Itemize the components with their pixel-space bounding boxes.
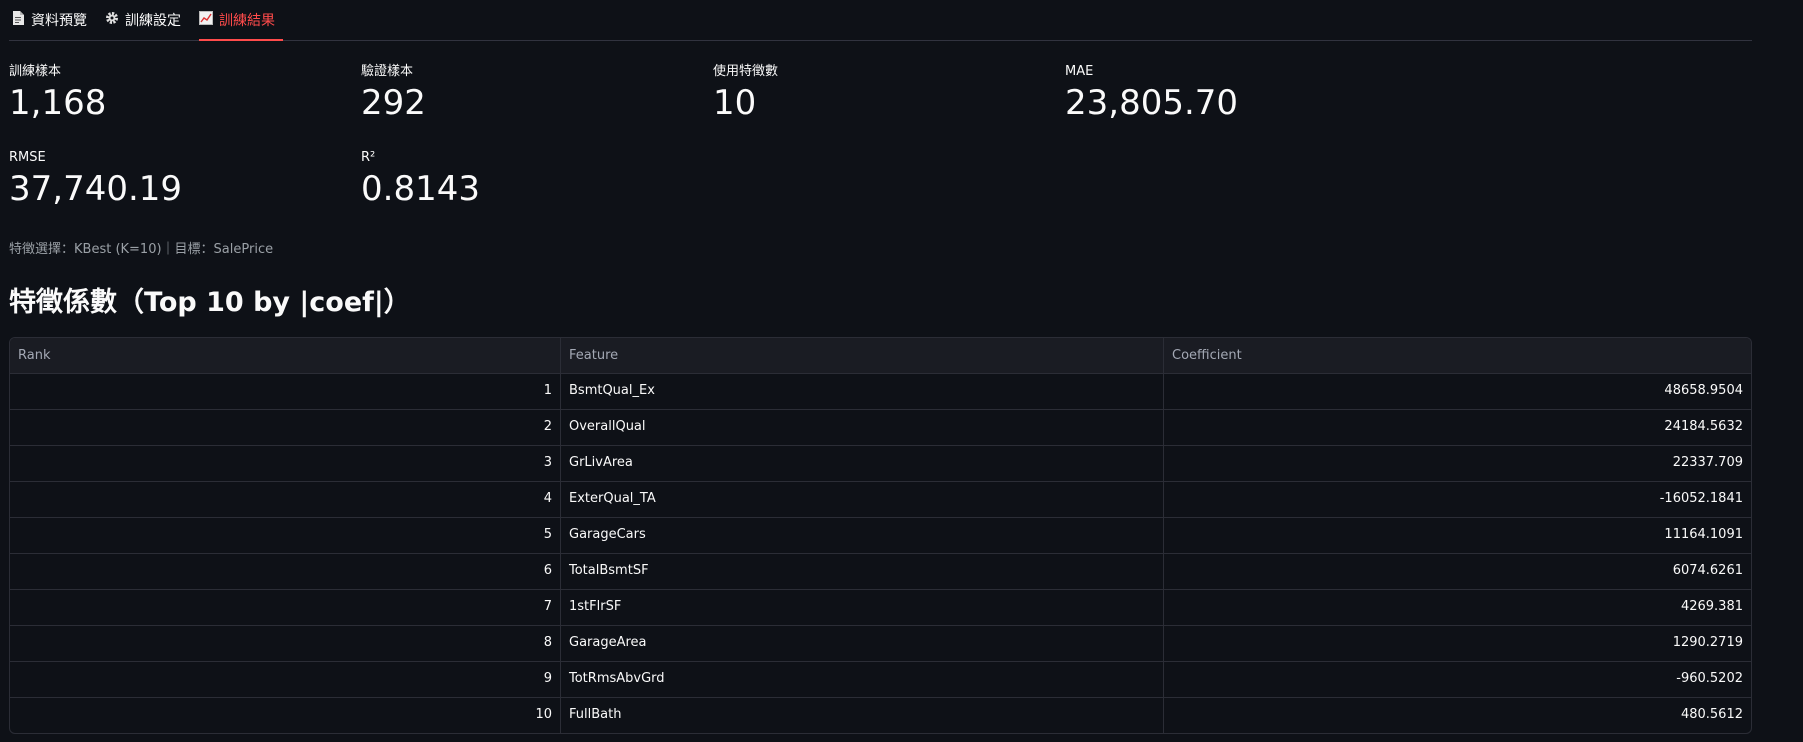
cell-coefficient: 480.5612 — [1680, 707, 1743, 722]
metric-value: 1,168 — [9, 83, 107, 123]
gear-icon — [105, 11, 119, 29]
cell-feature: BsmtQual_Ex — [561, 374, 1164, 409]
table-row[interactable]: 4 ExterQual_TA -16052.1841 — [10, 482, 1751, 518]
metric-r2: R² 0.8143 — [361, 149, 713, 235]
cell-feature: GarageArea — [561, 626, 1164, 661]
main-content: 資料預覽 訓練設定 訓練結果 訓練樣本 1,168 驗證樣本 292 使用特徵數… — [9, 0, 1752, 734]
cell-feature: FullBath — [561, 698, 1164, 733]
tab-label: 資料預覽 — [31, 13, 87, 29]
table-row[interactable]: 7 1stFlrSF 4269.381 — [10, 590, 1751, 626]
coefficient-table[interactable]: Rank Feature Coefficient 1 BsmtQual_Ex 486… — [9, 337, 1752, 734]
cell-feature: 1stFlrSF — [561, 590, 1164, 625]
cell-feature: TotRmsAbvGrd — [561, 662, 1164, 697]
column-header-feature[interactable]: Feature — [561, 338, 1164, 373]
cell-coefficient: 24184.5632 — [1664, 419, 1743, 434]
chart-icon — [199, 11, 213, 29]
table-row[interactable]: 3 GrLivArea 22337.709 — [10, 446, 1751, 482]
metric-label: RMSE — [9, 150, 46, 165]
metric-label: 使用特徵數 — [713, 64, 779, 79]
metric-label: 驗證樣本 — [361, 64, 414, 79]
metric-mae: MAE 23,805.70 — [1065, 63, 1417, 149]
cell-rank: 3 — [10, 446, 561, 481]
tab-bar: 資料預覽 訓練設定 訓練結果 — [9, 0, 1752, 41]
cell-rank: 9 — [10, 662, 561, 697]
table-row[interactable]: 5 GarageCars 11164.1091 — [10, 518, 1751, 554]
cell-feature: TotalBsmtSF — [561, 554, 1164, 589]
metric-value: 37,740.19 — [9, 169, 183, 209]
cell-rank: 1 — [10, 374, 561, 409]
metric-rmse: RMSE 37,740.19 — [9, 149, 361, 235]
metric-value: 292 — [361, 83, 426, 123]
metric-label: 訓練樣本 — [9, 64, 62, 79]
metrics-grid: 訓練樣本 1,168 驗證樣本 292 使用特徵數 10 MAE 23,805.… — [9, 63, 1752, 235]
cell-coefficient: 22337.709 — [1672, 455, 1743, 470]
tab-label: 訓練結果 — [219, 13, 275, 29]
feature-selection-caption: 特徵選擇：KBest (K=10)｜目標：SalePrice — [9, 242, 274, 257]
cell-feature: GrLivArea — [561, 446, 1164, 481]
cell-rank: 4 — [10, 482, 561, 517]
cell-rank: 5 — [10, 518, 561, 553]
column-header-coefficient[interactable]: Coefficient — [1164, 338, 1751, 373]
table-body: 1 BsmtQual_Ex 48658.9504 2 OverallQual 24184.… — [10, 374, 1751, 733]
metric-label: R² — [361, 150, 376, 165]
table-row[interactable]: 8 GarageArea 1290.2719 — [10, 626, 1751, 662]
cell-feature: ExterQual_TA — [561, 482, 1164, 517]
cell-rank: 8 — [10, 626, 561, 661]
cell-coefficient: 1290.2719 — [1672, 635, 1743, 650]
cell-coefficient: -16052.1841 — [1659, 491, 1743, 506]
cell-feature: GarageCars — [561, 518, 1164, 553]
tab-training-settings[interactable]: 訓練設定 — [105, 0, 189, 40]
metric-train-samples: 訓練樣本 1,168 — [9, 63, 361, 149]
metric-feature-count: 使用特徵數 10 — [713, 63, 1065, 149]
table-header: Rank Feature Coefficient — [10, 338, 1751, 374]
tab-training-results[interactable]: 訓練結果 — [199, 0, 283, 41]
metric-value: 23,805.70 — [1065, 83, 1239, 123]
table-row[interactable]: 6 TotalBsmtSF 6074.6261 — [10, 554, 1751, 590]
cell-coefficient: -960.5202 — [1676, 671, 1743, 686]
tab-data-preview[interactable]: 資料預覽 — [9, 0, 95, 40]
cell-coefficient: 4269.381 — [1680, 599, 1743, 614]
table-row[interactable]: 2 OverallQual 24184.5632 — [10, 410, 1751, 446]
cell-rank: 6 — [10, 554, 561, 589]
table-row[interactable]: 10 FullBath 480.5612 — [10, 698, 1751, 733]
cell-feature: OverallQual — [561, 410, 1164, 445]
cell-coefficient: 48658.9504 — [1664, 383, 1743, 398]
cell-rank: 7 — [10, 590, 561, 625]
column-header-rank[interactable]: Rank — [10, 338, 561, 373]
metric-value: 0.8143 — [361, 169, 480, 209]
cell-rank: 10 — [10, 698, 561, 733]
cell-rank: 2 — [10, 410, 561, 445]
table-row[interactable]: 9 TotRmsAbvGrd -960.5202 — [10, 662, 1751, 698]
document-icon — [11, 11, 25, 29]
cell-coefficient: 6074.6261 — [1672, 563, 1743, 578]
metric-validation-samples: 驗證樣本 292 — [361, 63, 713, 149]
section-title: 特徵係數（Top 10 by |coef|） — [9, 287, 411, 318]
metric-value: 10 — [713, 83, 757, 123]
cell-coefficient: 11164.1091 — [1664, 527, 1743, 542]
tab-label: 訓練設定 — [125, 13, 181, 29]
table-row[interactable]: 1 BsmtQual_Ex 48658.9504 — [10, 374, 1751, 410]
metric-label: MAE — [1065, 64, 1094, 79]
